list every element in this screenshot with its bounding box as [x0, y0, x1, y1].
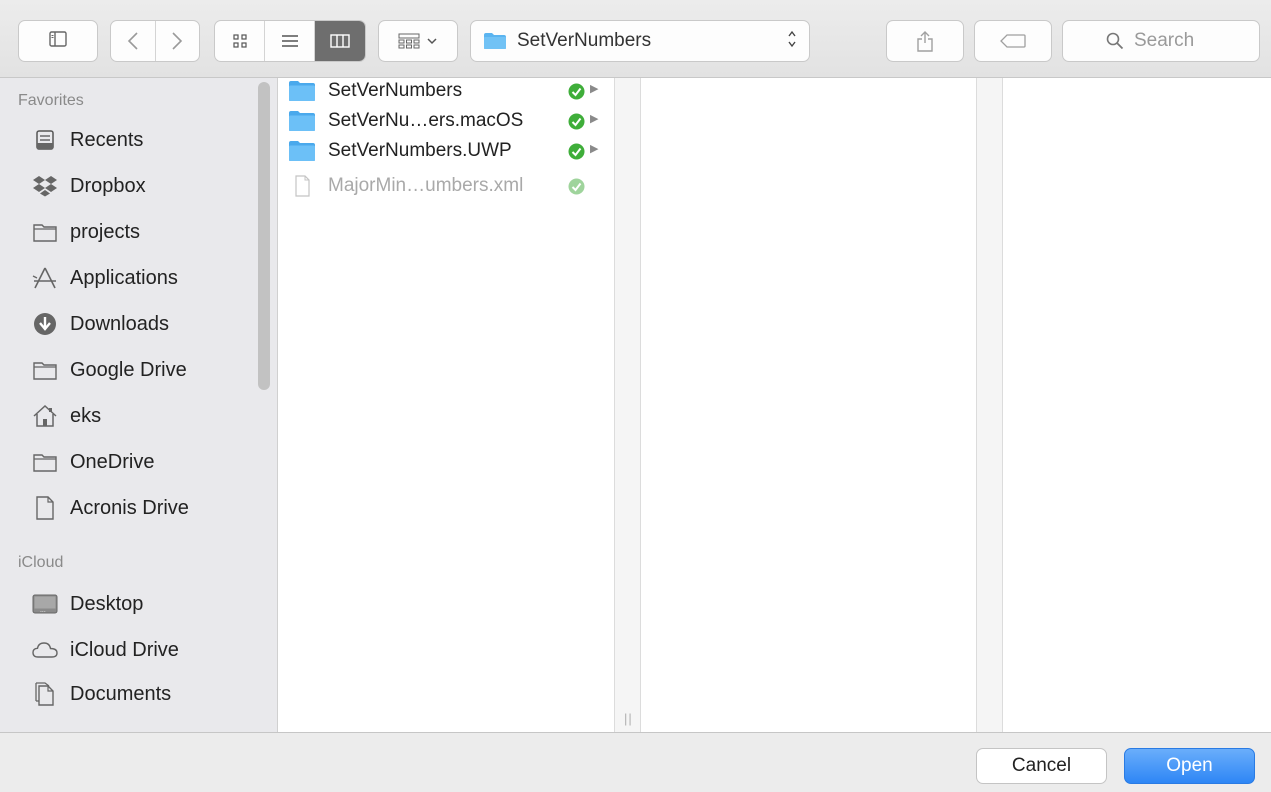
sidebar-item-label: Dropbox: [70, 174, 146, 197]
sidebar-item-recents[interactable]: Recents: [32, 122, 252, 158]
sidebar-item-projects[interactable]: projects: [32, 214, 252, 250]
folder-icon: [32, 449, 58, 475]
sidebar-item-eks[interactable]: eks: [32, 398, 252, 434]
share-icon: [917, 31, 933, 52]
disclosure-arrow-icon: ▶: [590, 143, 599, 155]
file-name: SetVerNumbers: [328, 80, 463, 101]
tag-icon: [1000, 34, 1026, 48]
desktop-icon: ...: [32, 591, 58, 617]
column-divider-1[interactable]: ||: [614, 78, 641, 732]
sidebar-item-label: Downloads: [70, 312, 169, 335]
chevron-left-icon: [127, 32, 138, 50]
applications-icon: [32, 265, 58, 291]
sync-check-icon: [568, 83, 585, 100]
folder-icon: [484, 33, 506, 49]
documents-icon: [32, 681, 58, 707]
file-row-setvernumbers[interactable]: SetVerNumbers ▶: [288, 76, 613, 106]
downloads-icon: [32, 311, 58, 337]
recents-icon: [32, 127, 58, 153]
sidebar-item-label: iCloud Drive: [70, 638, 179, 661]
document-icon: [32, 495, 58, 521]
chevron-down-icon: [427, 38, 437, 45]
folder-icon: [32, 357, 58, 383]
bottom-bar: Cancel Open: [0, 732, 1271, 792]
share-button[interactable]: [886, 20, 964, 62]
favorites-heading: Favorites: [18, 92, 84, 109]
sidebar-item-label: Documents: [70, 682, 172, 705]
folder-icon: [289, 141, 315, 161]
sidebar-scrollbar[interactable]: [258, 82, 270, 390]
chevron-right-icon: [172, 32, 183, 50]
sync-check-icon: [568, 178, 585, 195]
file-column-2: [641, 78, 976, 732]
icon-grid-icon: [233, 34, 247, 48]
sidebar-item-dropbox[interactable]: Dropbox: [32, 168, 252, 204]
file-row-majorminorbuildnumbers-xml: MajorMin…umbers.xml: [288, 171, 613, 201]
history-nav: [110, 20, 200, 62]
file-row-setvernumbers-uwp[interactable]: SetVerNumbers.UWP ▶: [288, 136, 613, 166]
folder-icon: [289, 81, 315, 101]
sidebar-item-label: Recents: [70, 128, 144, 151]
open-file-dialog: SetVerNumbers Favorites Recents: [0, 0, 1271, 792]
sidebar-item-label: Desktop: [70, 592, 144, 615]
sidebar-item-label: projects: [70, 220, 141, 243]
path-popup-label: SetVerNumbers: [517, 30, 652, 51]
sidebar-item-label: Acronis Drive: [70, 496, 189, 519]
disclosure-arrow-icon: ▶: [590, 113, 599, 125]
toolbar: SetVerNumbers: [0, 0, 1271, 78]
sidebar-item-icloud-drive[interactable]: iCloud Drive: [32, 632, 252, 668]
cancel-button[interactable]: Cancel: [976, 748, 1107, 784]
sidebar-item-applications[interactable]: Applications: [32, 260, 252, 296]
sidebar-item-label: Google Drive: [70, 358, 187, 381]
tag-button[interactable]: [974, 20, 1052, 62]
disclosure-arrow-icon: ▶: [590, 83, 599, 95]
file-column-3: [1003, 78, 1271, 732]
open-button[interactable]: Open: [1124, 748, 1255, 784]
view-mode-selector: [214, 20, 366, 62]
arrange-grid-icon: [398, 33, 420, 49]
sidebar-item-documents[interactable]: Documents: [32, 676, 252, 712]
back-button[interactable]: [111, 21, 155, 61]
document-icon: [295, 175, 310, 197]
file-name: SetVerNumbers.UWP: [328, 140, 512, 161]
folder-icon: [289, 111, 315, 131]
list-icon: [281, 35, 298, 47]
sidebar-item-desktop[interactable]: ... Desktop: [32, 586, 252, 622]
column-view-button[interactable]: [313, 21, 365, 61]
path-popup[interactable]: SetVerNumbers: [470, 20, 810, 62]
sidebar: Favorites Recents Dropbox projects Appli…: [0, 78, 278, 732]
sidebar-item-acronis-drive[interactable]: Acronis Drive: [32, 490, 252, 526]
columns-icon: [330, 34, 350, 48]
search-icon: [1106, 32, 1124, 50]
sidebar-item-label: Applications: [70, 266, 178, 289]
sidebar-toggle-button[interactable]: [18, 20, 98, 62]
svg-text:...: ...: [40, 607, 46, 614]
sync-check-icon: [568, 113, 585, 130]
file-row-setvernumbers-macos[interactable]: SetVerNu…ers.macOS ▶: [288, 106, 613, 136]
file-name: MajorMin…umbers.xml: [328, 175, 524, 196]
forward-button[interactable]: [154, 21, 199, 61]
icloud-heading: iCloud: [18, 554, 64, 571]
arrange-button[interactable]: [378, 20, 458, 62]
sidebar-item-google-drive[interactable]: Google Drive: [32, 352, 252, 388]
search-input[interactable]: [1132, 29, 1216, 53]
sidebar-item-label: OneDrive: [70, 450, 155, 473]
sidebar-item-onedrive[interactable]: OneDrive: [32, 444, 252, 480]
folder-icon: [32, 219, 58, 245]
search-field[interactable]: [1062, 20, 1260, 62]
column-divider-2[interactable]: [976, 78, 1003, 732]
updown-chevron-icon: [787, 29, 797, 50]
icon-view-button[interactable]: [215, 21, 264, 61]
sidebar-item-label: eks: [70, 404, 102, 427]
cloud-icon: [32, 637, 58, 663]
home-icon: [32, 403, 58, 429]
file-name: SetVerNu…ers.macOS: [328, 110, 524, 131]
sidebar-item-downloads[interactable]: Downloads: [32, 306, 252, 342]
sync-check-icon: [568, 143, 585, 160]
column-resize-grip-icon[interactable]: ||: [624, 711, 633, 726]
sidebar-toggle-icon: [49, 30, 67, 52]
list-view-button[interactable]: [264, 21, 313, 61]
dropbox-icon: [32, 173, 58, 199]
